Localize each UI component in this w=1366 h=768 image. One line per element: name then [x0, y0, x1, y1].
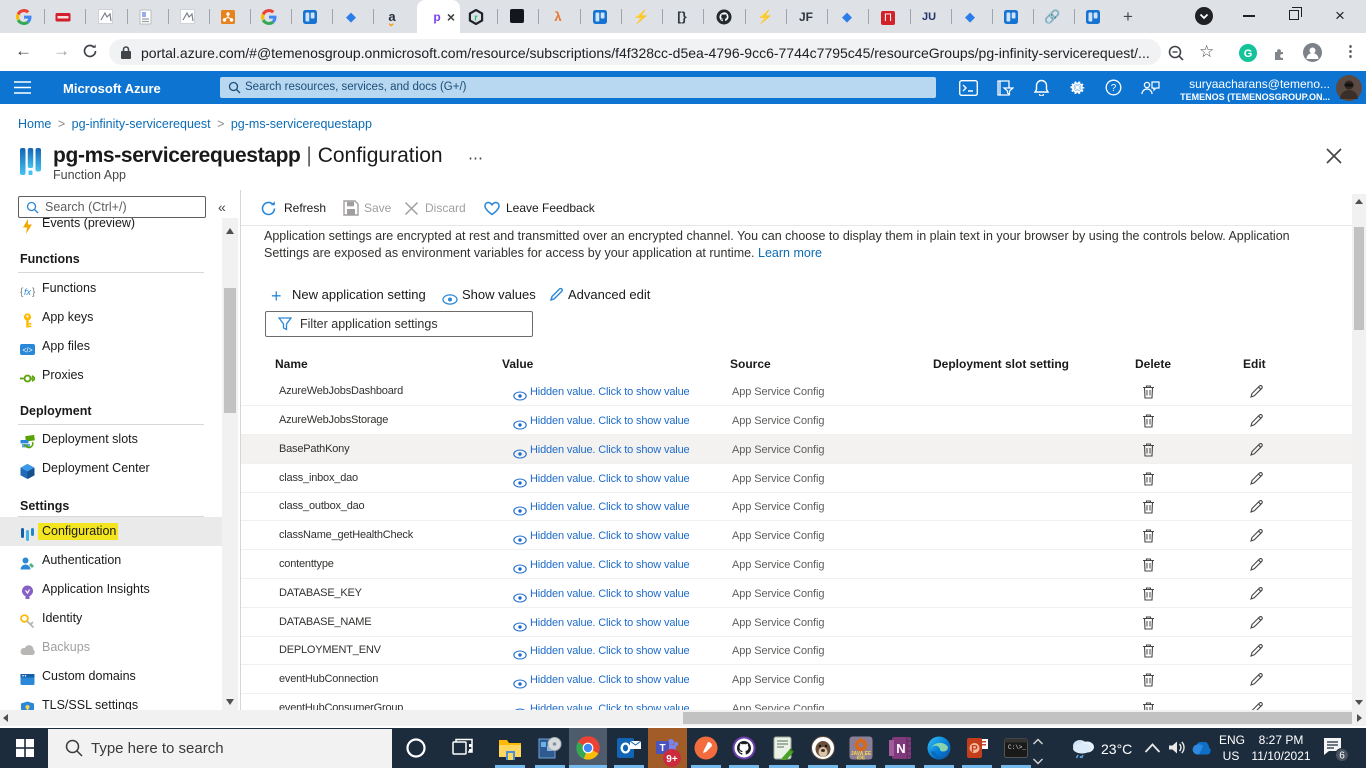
svg-text:6: 6 — [1339, 751, 1345, 762]
svg-text:9+: 9+ — [666, 754, 678, 765]
svg-text:r: r — [474, 13, 478, 23]
svg-text:G: G — [1244, 48, 1253, 60]
svg-text:?: ? — [1111, 83, 1117, 94]
svg-text:}: } — [32, 287, 36, 298]
svg-text:C:\>_: C:\>_ — [1008, 744, 1026, 751]
svg-text:N: N — [896, 741, 905, 756]
svg-text:P: P — [971, 744, 978, 755]
svg-text:fx: fx — [24, 287, 32, 297]
svg-text:</>: </> — [22, 348, 32, 355]
svg-text:IDE: IDE — [857, 756, 866, 761]
